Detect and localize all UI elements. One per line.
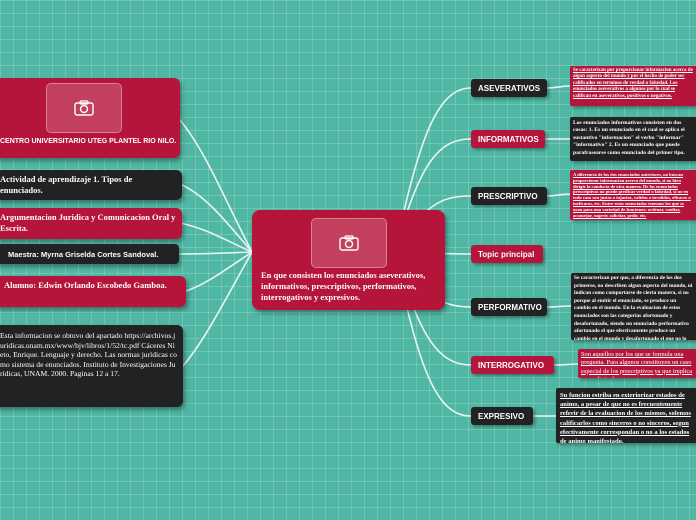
course-text: Argumentacion Juridica y Comunicacion Or…: [0, 212, 176, 233]
teacher-text: Maestra: Myrna Griselda Cortes Sandoval.: [8, 249, 159, 259]
source-node[interactable]: Esta informacion se obtuvo del apartado …: [0, 325, 183, 407]
link-left-6: [182, 251, 253, 367]
link-left-5: [185, 251, 253, 292]
note-aseverativos-text: Se caracterizan por proporcionar informa…: [573, 68, 693, 99]
link-left-2: [179, 183, 253, 253]
link-interrogativo-note: [553, 363, 579, 366]
topic-aseverativos[interactable]: ASEVERATIVOS: [471, 79, 547, 97]
note-aseverativos[interactable]: Se caracterizan por proporcionar informa…: [570, 66, 696, 106]
note-expresivo[interactable]: Su funcion estriba en exteriorizar estad…: [556, 388, 696, 443]
topic-prescriptivo-label: PRESCRIPTIVO: [478, 191, 538, 201]
central-topic-title: En que consisten los enunciados aseverat…: [261, 270, 426, 302]
topic-aseverativos-label: ASEVERATIVOS: [478, 83, 541, 93]
note-prescriptivo[interactable]: A diferencia de los dos enunciados anter…: [570, 170, 696, 220]
camera-icon: [339, 235, 359, 251]
link-left-1: [179, 119, 253, 253]
link-performativo-note: [546, 305, 572, 308]
topic-prescriptivo[interactable]: PRESCRIPTIVO: [471, 187, 547, 205]
topic-interrogativo[interactable]: INTERROGATIVO: [471, 356, 554, 374]
note-informativos-text: Los enunciados informativos consisten en…: [573, 120, 685, 156]
course-node[interactable]: Argumentacion Juridica y Comunicacion Or…: [0, 208, 182, 239]
topic-informativos[interactable]: INFORMATIVOS: [471, 130, 545, 148]
note-interrogativo[interactable]: Son aquellos por los que se formula una …: [578, 349, 696, 378]
link-aseverativos-note: [546, 85, 571, 89]
topic-expresivo-label: EXPRESIVO: [478, 411, 525, 421]
activity-node[interactable]: Actividad de aprendizaje 1. Tipos de enu…: [0, 170, 182, 200]
topic-principal-label: Topic principal: [478, 249, 535, 259]
central-topic[interactable]: En que consisten los enunciados aseverat…: [252, 210, 445, 310]
topic-performativo-label: PERFORMATIVO: [478, 302, 542, 312]
camera-icon: [74, 100, 94, 116]
photo-placeholder[interactable]: [46, 83, 122, 133]
institution-node[interactable]: CENTRO UNIVERSITARIO UTEG PLANTEL RIO NI…: [0, 78, 180, 158]
source-text: Esta informacion se obtuvo del apartado …: [0, 331, 177, 379]
note-informativos[interactable]: Los enunciados informativos consisten en…: [570, 117, 696, 161]
institution-name: CENTRO UNIVERSITARIO UTEG PLANTEL RIO NI…: [0, 138, 177, 145]
link-prescriptivo-note: [546, 193, 571, 197]
note-performativo-text: Se caracterizan por que, a diferencia de…: [574, 275, 693, 340]
topic-expresivo[interactable]: EXPRESIVO: [471, 407, 533, 425]
topic-performativo[interactable]: PERFORMATIVO: [471, 298, 547, 316]
topic-principal[interactable]: Topic principal: [471, 245, 543, 263]
link-left-4: [179, 251, 253, 255]
student-node[interactable]: Alumno: Edwin Orlando Escobedo Gamboa.: [0, 276, 186, 307]
topic-informativos-label: INFORMATIVOS: [478, 134, 539, 144]
note-performativo[interactable]: Se caracterizan por que, a diferencia de…: [571, 273, 696, 340]
link-left-3: [179, 222, 253, 253]
teacher-node[interactable]: Maestra: Myrna Griselda Cortes Sandoval.: [0, 244, 179, 264]
note-interrogativo-text: Son aquellos por los que se formula una …: [581, 351, 693, 378]
note-expresivo-text: Su funcion estriba en exteriorizar estad…: [560, 392, 691, 443]
student-text: Alumno: Edwin Orlando Escobedo Gamboa.: [4, 280, 167, 290]
activity-text: Actividad de aprendizaje 1. Tipos de enu…: [0, 174, 133, 195]
note-prescriptivo-text: A diferencia de los dos enunciados anter…: [573, 172, 691, 218]
photo-placeholder[interactable]: [311, 218, 387, 268]
topic-interrogativo-label: INTERROGATIVO: [478, 360, 545, 370]
